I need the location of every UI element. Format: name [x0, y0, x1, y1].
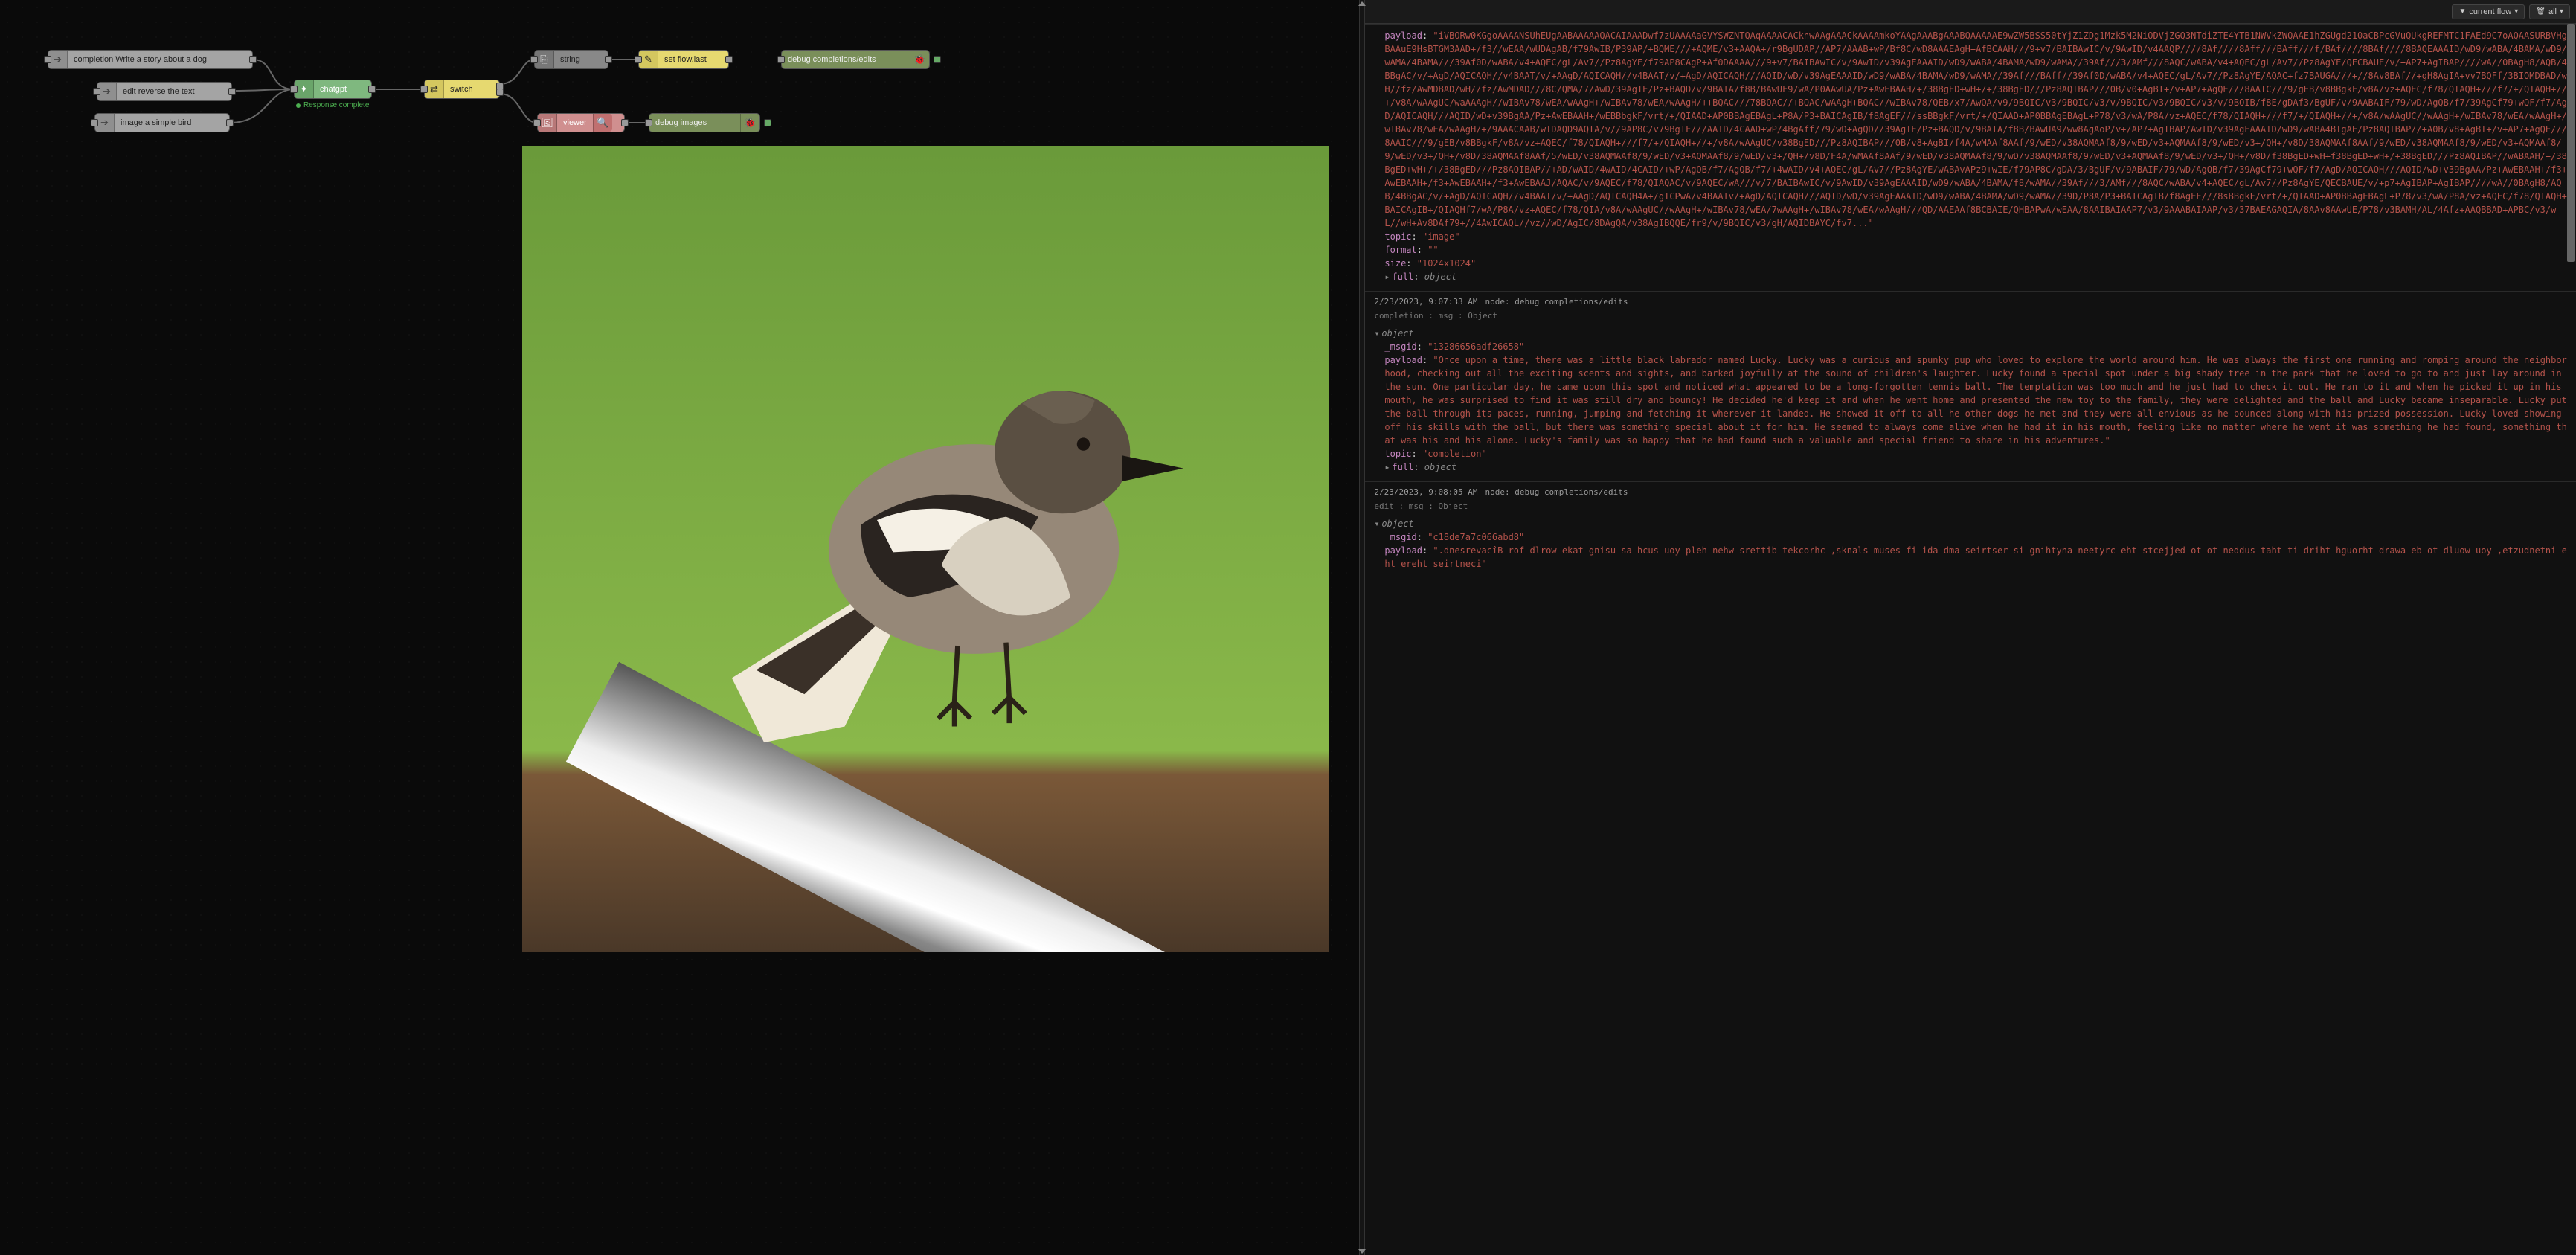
filter-button[interactable]: ▼ current flow ▾: [2452, 4, 2525, 19]
chevron-down-icon: ▾: [2514, 7, 2518, 16]
format-value: "": [1427, 245, 1438, 255]
status-text: Response complete: [303, 101, 369, 109]
switch-node[interactable]: ⇄ switch: [424, 80, 500, 99]
flow-workspace[interactable]: ➔ completion Write a story about a dog ➔…: [0, 0, 1359, 1255]
output-port[interactable]: [368, 86, 376, 93]
expand-caret[interactable]: ▸: [1384, 460, 1392, 474]
node-label: switch: [444, 85, 479, 94]
input-port[interactable]: [635, 56, 642, 63]
input-port[interactable]: [420, 86, 428, 93]
output-port[interactable]: [228, 88, 236, 95]
collapse-caret[interactable]: ▾: [1374, 327, 1381, 340]
inject-completion-node[interactable]: ➔ completion Write a story about a dog: [48, 50, 253, 69]
node-label: image a simple bird: [115, 118, 197, 127]
debug-message: 2/23/2023, 9:07:33 AM node: debug comple…: [1365, 291, 2576, 481]
output-port[interactable]: [249, 56, 257, 63]
node-label: set flow.last: [658, 55, 713, 64]
debug-toggle[interactable]: [764, 119, 771, 126]
node-label: chatgpt: [314, 85, 353, 94]
topic-value: "image": [1422, 231, 1460, 242]
msgid-value: "13286656adf26658": [1427, 341, 1524, 352]
output-port[interactable]: [621, 119, 629, 126]
debug-sidebar: ▼ current flow ▾ 🗑 all ▾ payload: "iVBOR…: [1365, 0, 2576, 1255]
all-label: all: [2548, 7, 2557, 16]
node-label: viewer: [557, 118, 593, 127]
payload-value: ".dnesrevacîB rof dlrow ekat gnisu sa hc…: [1384, 545, 2566, 569]
debug-message: 2/23/2023, 9:08:05 AM node: debug comple…: [1365, 481, 2576, 578]
timestamp: 2/23/2023, 9:08:05 AM: [1374, 487, 1477, 499]
payload-value: "Once upon a time, there was a little bl…: [1384, 355, 2572, 446]
search-icon: 🔍: [593, 114, 612, 132]
node-status: Response complete: [296, 101, 369, 109]
input-port[interactable]: [645, 119, 652, 126]
status-dot-icon: [296, 103, 301, 108]
string-node[interactable]: ⎘ string: [534, 50, 608, 69]
chevron-down-icon: ▾: [2560, 7, 2563, 16]
inject-button[interactable]: [44, 56, 51, 63]
output-port[interactable]: [605, 56, 612, 63]
input-port[interactable]: [530, 56, 538, 63]
node-name: node: debug completions/edits: [1485, 296, 1628, 309]
full-type: object: [1424, 462, 1456, 472]
node-label: string: [554, 55, 586, 64]
inject-image-node[interactable]: ➔ image a simple bird: [94, 113, 230, 132]
expand-caret[interactable]: ▸: [1384, 270, 1392, 283]
output-port[interactable]: [725, 56, 733, 63]
full-type: object: [1424, 272, 1456, 282]
input-port[interactable]: [777, 56, 785, 63]
payload-value: "iVBORw0KGgoAAAANSUhEUgAABAAAAAQACAIAAAD…: [1384, 31, 2566, 228]
trash-icon: 🗑: [2536, 7, 2546, 16]
output-port-2[interactable]: [496, 89, 504, 96]
debug-icon: 🐞: [910, 51, 929, 68]
output-port[interactable]: [226, 119, 234, 126]
debug-images-node[interactable]: debug images 🐞: [649, 113, 760, 132]
inject-button[interactable]: [91, 119, 98, 126]
image-preview: [522, 146, 1329, 952]
node-label: completion Write a story about a dog: [68, 55, 213, 64]
scrollbar-thumb[interactable]: [2567, 24, 2575, 262]
debug-toolbar: ▼ current flow ▾ 🗑 all ▾: [1365, 0, 2576, 24]
collapse-caret[interactable]: ▾: [1374, 517, 1381, 530]
chatgpt-node[interactable]: ✦ chatgpt: [294, 80, 372, 99]
debug-icon: 🐞: [740, 114, 759, 132]
topic-value: "completion": [1422, 449, 1487, 459]
filter-label: current flow: [2469, 7, 2511, 16]
node-label: edit reverse the text: [117, 87, 201, 96]
filter-icon: ▼: [2458, 7, 2466, 16]
viewer-node[interactable]: 🖼 viewer 🔍: [537, 113, 625, 132]
msgid-value: "c18de7a7c066abd8": [1427, 532, 1524, 542]
inject-edit-node[interactable]: ➔ edit reverse the text: [97, 82, 232, 101]
size-value: "1024x1024": [1417, 258, 1476, 269]
panel-divider[interactable]: [1359, 0, 1365, 1255]
input-port[interactable]: [533, 119, 541, 126]
input-port[interactable]: [290, 86, 298, 93]
debug-toggle[interactable]: [934, 56, 941, 63]
debug-message: payload: "iVBORw0KGgoAAAANSUhEUgAABAAAAA…: [1365, 24, 2576, 291]
clear-all-button[interactable]: 🗑 all ▾: [2529, 4, 2570, 19]
inject-button[interactable]: [93, 88, 100, 95]
timestamp: 2/23/2023, 9:07:33 AM: [1374, 296, 1477, 309]
set-flow-node[interactable]: ✎ set flow.last: [638, 50, 729, 69]
node-label: debug images: [649, 118, 713, 127]
message-path: completion : msg : Object: [1374, 310, 2567, 323]
node-label: debug completions/edits: [782, 55, 882, 64]
debug-messages[interactable]: payload: "iVBORw0KGgoAAAANSUhEUgAABAAAAA…: [1365, 24, 2576, 1255]
debug-completions-node[interactable]: debug completions/edits 🐞: [781, 50, 930, 69]
message-path: edit : msg : Object: [1374, 501, 2567, 513]
node-name: node: debug completions/edits: [1485, 487, 1628, 499]
